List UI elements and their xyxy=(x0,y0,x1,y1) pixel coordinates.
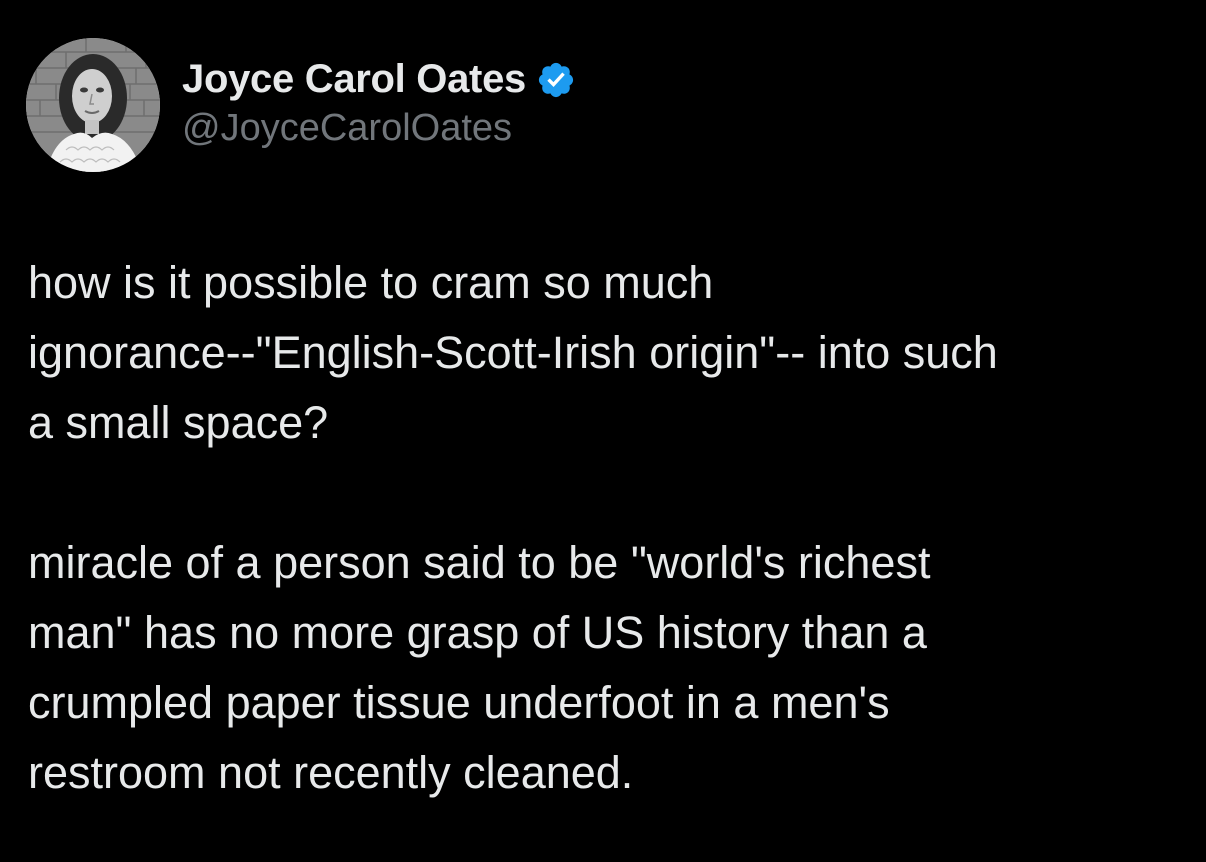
tweet-paragraph-2: miracle of a person said to be "world's … xyxy=(28,537,931,798)
tweet-text: how is it possible to cram so much ignor… xyxy=(28,248,1188,808)
tweet-paragraph-1: how is it possible to cram so much ignor… xyxy=(28,257,998,448)
verified-badge-icon xyxy=(536,60,576,100)
author-names: Joyce Carol Oates @JoyceCarolOates xyxy=(182,55,576,150)
avatar[interactable] xyxy=(26,38,160,172)
tweet-card: Joyce Carol Oates @JoyceCarolOates how i… xyxy=(0,0,1206,862)
author-handle[interactable]: @JoyceCarolOates xyxy=(182,107,576,150)
display-name[interactable]: Joyce Carol Oates xyxy=(182,57,526,102)
tweet-header: Joyce Carol Oates @JoyceCarolOates xyxy=(26,38,576,172)
name-row: Joyce Carol Oates xyxy=(182,55,576,105)
avatar-photo xyxy=(26,38,160,172)
